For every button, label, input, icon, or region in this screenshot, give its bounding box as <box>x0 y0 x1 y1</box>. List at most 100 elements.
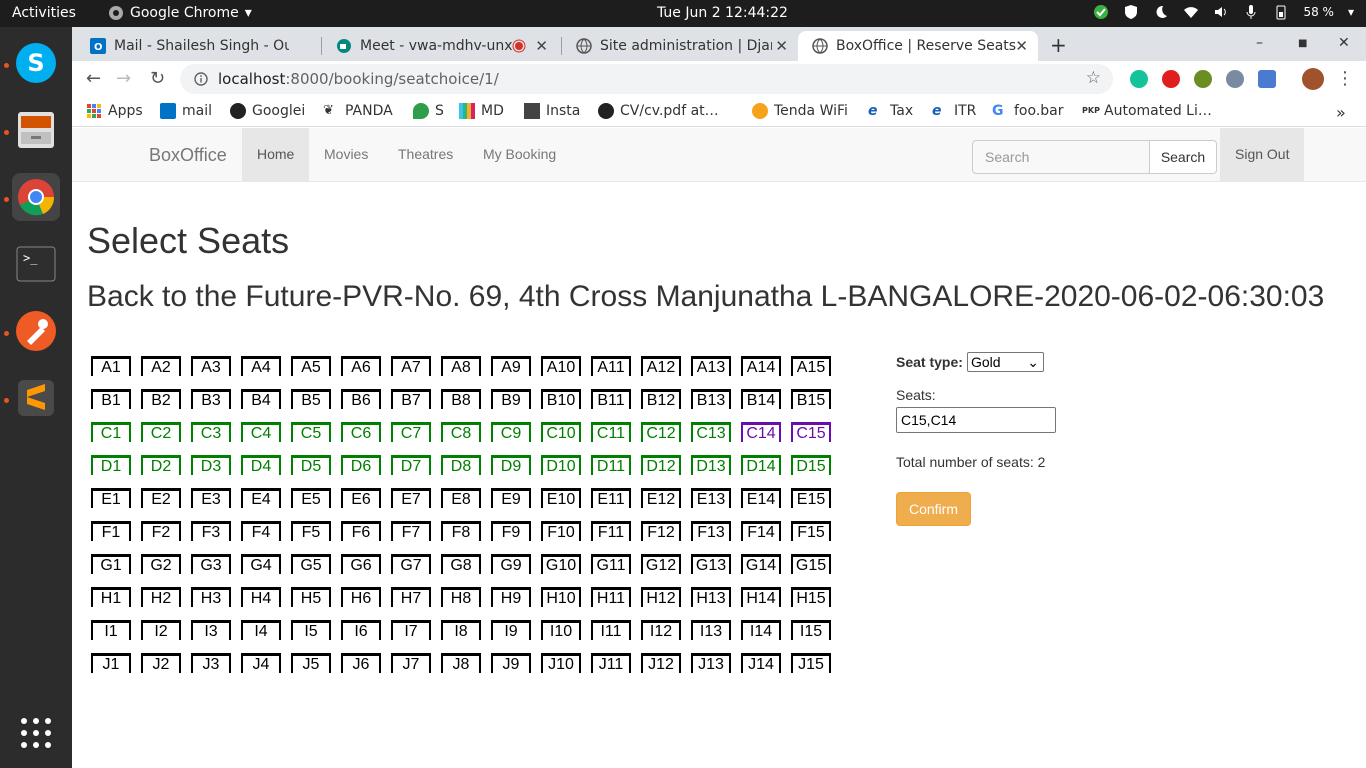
menu-kebab-icon[interactable]: ⋮ <box>1336 68 1354 89</box>
bookmark-s[interactable]: S <box>413 103 444 119</box>
seat-f3[interactable]: F3 <box>191 521 231 541</box>
seat-j5[interactable]: J5 <box>291 653 331 673</box>
seat-e9[interactable]: E9 <box>491 488 531 508</box>
seat-f9[interactable]: F9 <box>491 521 531 541</box>
seat-h1[interactable]: H1 <box>91 587 131 607</box>
terminal-icon[interactable]: >_ <box>12 240 60 288</box>
volume-icon[interactable] <box>1213 4 1229 20</box>
seat-b10[interactable]: B10 <box>541 389 581 409</box>
seat-d10[interactable]: D10 <box>541 455 581 475</box>
app-menu[interactable]: Google Chrome ▾ <box>108 5 252 21</box>
seat-c9[interactable]: C9 <box>491 422 531 442</box>
seat-g3[interactable]: G3 <box>191 554 231 574</box>
activities-button[interactable]: Activities <box>12 5 76 21</box>
seat-j15[interactable]: J15 <box>791 653 831 673</box>
seat-h3[interactable]: H3 <box>191 587 231 607</box>
search-input[interactable]: Search <box>972 140 1150 174</box>
seat-g1[interactable]: G1 <box>91 554 131 574</box>
sublime-text-icon[interactable] <box>12 374 60 422</box>
seat-e12[interactable]: E12 <box>641 488 681 508</box>
sign-out-link[interactable]: Sign Out <box>1220 128 1305 181</box>
bookmark-itr[interactable]: e ITR <box>932 103 976 119</box>
bookmark-star-icon[interactable]: ☆ <box>1086 68 1101 88</box>
seat-i1[interactable]: I1 <box>91 620 131 640</box>
seat-d5[interactable]: D5 <box>291 455 331 475</box>
seat-j10[interactable]: J10 <box>541 653 581 673</box>
seat-c12[interactable]: C12 <box>641 422 681 442</box>
tab-mail[interactable]: O Mail - Shailesh Singh - Out <box>76 31 318 61</box>
seat-g11[interactable]: G11 <box>591 554 631 574</box>
seat-d12[interactable]: D12 <box>641 455 681 475</box>
seat-h7[interactable]: H7 <box>391 587 431 607</box>
back-icon[interactable]: ← <box>86 68 101 89</box>
seat-i7[interactable]: I7 <box>391 620 431 640</box>
seat-j4[interactable]: J4 <box>241 653 281 673</box>
avatar[interactable] <box>1302 68 1324 90</box>
seat-f8[interactable]: F8 <box>441 521 481 541</box>
seat-b5[interactable]: B5 <box>291 389 331 409</box>
night-light-icon[interactable] <box>1153 4 1169 20</box>
seat-a5[interactable]: A5 <box>291 356 331 376</box>
bookmark-mail[interactable]: mail <box>160 103 212 119</box>
bookmark-foobar[interactable]: Gfoo.bar <box>992 103 1064 119</box>
seat-g12[interactable]: G12 <box>641 554 681 574</box>
seat-f6[interactable]: F6 <box>341 521 381 541</box>
seat-f2[interactable]: F2 <box>141 521 181 541</box>
bookmark-cv[interactable]: CV/cv.pdf at… <box>598 103 719 119</box>
seat-c1[interactable]: C1 <box>91 422 131 442</box>
seat-j2[interactable]: J2 <box>141 653 181 673</box>
seat-i11[interactable]: I11 <box>591 620 631 640</box>
seat-g4[interactable]: G4 <box>241 554 281 574</box>
seat-i12[interactable]: I12 <box>641 620 681 640</box>
seat-b14[interactable]: B14 <box>741 389 781 409</box>
bookmark-googlei[interactable]: Googlei <box>230 103 305 119</box>
file-cabinet-icon[interactable] <box>12 106 60 154</box>
seat-c3[interactable]: C3 <box>191 422 231 442</box>
tab-admin[interactable]: Site administration | Djan ✕ <box>562 31 798 61</box>
seat-a2[interactable]: A2 <box>141 356 181 376</box>
seat-g6[interactable]: G6 <box>341 554 381 574</box>
seat-c13[interactable]: C13 <box>691 422 731 442</box>
update-check-icon[interactable] <box>1093 4 1109 20</box>
minimize-icon[interactable]: – <box>1256 35 1263 51</box>
seat-b1[interactable]: B1 <box>91 389 131 409</box>
forward-icon[interactable]: → <box>116 68 131 89</box>
seat-e6[interactable]: E6 <box>341 488 381 508</box>
microphone-icon[interactable] <box>1243 4 1259 20</box>
seat-e7[interactable]: E7 <box>391 488 431 508</box>
seat-i9[interactable]: I9 <box>491 620 531 640</box>
seat-f10[interactable]: F10 <box>541 521 581 541</box>
seat-c15[interactable]: C15 <box>791 422 831 442</box>
seat-i15[interactable]: I15 <box>791 620 831 640</box>
seat-a6[interactable]: A6 <box>341 356 381 376</box>
seat-g7[interactable]: G7 <box>391 554 431 574</box>
seat-b12[interactable]: B12 <box>641 389 681 409</box>
show-applications-icon[interactable] <box>12 709 60 757</box>
clock[interactable]: Tue Jun 2 12:44:22 <box>657 5 788 21</box>
nav-movies[interactable]: Movies <box>309 128 383 181</box>
bookmark-automated[interactable]: PKP Automated Li… <box>1082 103 1212 119</box>
seat-e11[interactable]: E11 <box>591 488 631 508</box>
seat-i14[interactable]: I14 <box>741 620 781 640</box>
seat-f1[interactable]: F1 <box>91 521 131 541</box>
seat-j6[interactable]: J6 <box>341 653 381 673</box>
extension-gear-icon[interactable] <box>1226 70 1244 88</box>
brand[interactable]: BoxOffice <box>149 145 227 166</box>
seat-i8[interactable]: I8 <box>441 620 481 640</box>
seat-d6[interactable]: D6 <box>341 455 381 475</box>
seat-j12[interactable]: J12 <box>641 653 681 673</box>
seat-a14[interactable]: A14 <box>741 356 781 376</box>
seat-d13[interactable]: D13 <box>691 455 731 475</box>
seat-a15[interactable]: A15 <box>791 356 831 376</box>
seat-g14[interactable]: G14 <box>741 554 781 574</box>
seat-f5[interactable]: F5 <box>291 521 331 541</box>
seat-j8[interactable]: J8 <box>441 653 481 673</box>
seat-c11[interactable]: C11 <box>591 422 631 442</box>
seat-b13[interactable]: B13 <box>691 389 731 409</box>
seat-i5[interactable]: I5 <box>291 620 331 640</box>
seat-i2[interactable]: I2 <box>141 620 181 640</box>
seat-a12[interactable]: A12 <box>641 356 681 376</box>
seat-c6[interactable]: C6 <box>341 422 381 442</box>
seat-b6[interactable]: B6 <box>341 389 381 409</box>
seat-b8[interactable]: B8 <box>441 389 481 409</box>
